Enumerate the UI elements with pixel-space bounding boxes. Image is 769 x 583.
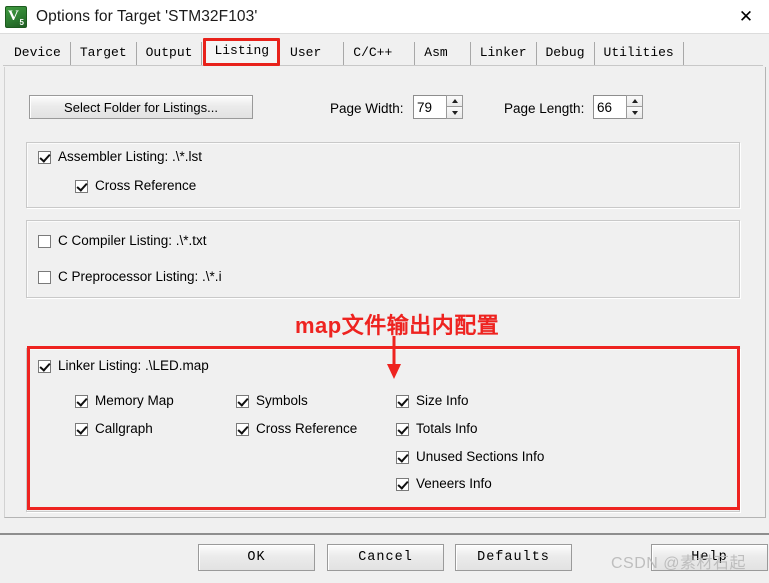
tab-underline [3, 65, 763, 66]
tab-user[interactable]: User [281, 42, 345, 66]
tab-target[interactable]: Target [71, 42, 137, 66]
cancel-button[interactable]: Cancel [327, 544, 444, 571]
unused-sections-info-label: Unused Sections Info [416, 449, 545, 464]
cross-reference-label: Cross Reference [256, 421, 358, 436]
unused-sections-info-checkbox[interactable] [396, 450, 409, 464]
assembler-listing-checkbox[interactable] [38, 150, 51, 164]
size-info-label: Size Info [416, 393, 469, 408]
spin-up-icon[interactable] [446, 95, 463, 107]
c-preprocessor-listing-checkbox-row[interactable]: C Preprocessor Listing: .\*.i [38, 270, 222, 284]
memory-map-checkbox[interactable] [75, 394, 88, 408]
assembler-cross-reference-label: Cross Reference [95, 178, 197, 193]
size-info-checkbox[interactable] [396, 394, 409, 408]
linker-option-memory-map-row[interactable]: Memory Map [75, 394, 174, 408]
page-width-label: Page Width: [330, 101, 404, 116]
page-length-spin-buttons[interactable] [626, 95, 643, 119]
c-compiler-listing-checkbox-row[interactable]: C Compiler Listing: .\*.txt [38, 234, 207, 248]
c-compiler-listing-checkbox[interactable] [38, 234, 51, 248]
symbols-label: Symbols [256, 393, 308, 408]
close-icon[interactable]: ✕ [723, 0, 769, 33]
linker-option-size-info-row[interactable]: Size Info [396, 394, 469, 408]
callgraph-label: Callgraph [95, 421, 153, 436]
totals-info-label: Totals Info [416, 421, 478, 436]
veneers-info-label: Veneers Info [416, 476, 492, 491]
icon-letter-v: V [8, 7, 19, 24]
page-length-label: Page Length: [504, 101, 585, 116]
tab-c-cpp[interactable]: C/C++ [344, 42, 416, 66]
assembler-cross-reference-checkbox[interactable] [75, 179, 88, 193]
cross-reference-checkbox[interactable] [236, 422, 249, 436]
linker-option-cross-reference-row[interactable]: Cross Reference [236, 422, 357, 436]
tab-device[interactable]: Device [5, 42, 71, 66]
csdn-watermark: CSDN @素材石起 [611, 555, 747, 572]
linker-listing-label: Linker Listing: .\LED.map [58, 358, 209, 373]
title-bar: V 5 Options for Target 'STM32F103' ✕ [0, 0, 769, 33]
linker-option-symbols-row[interactable]: Symbols [236, 394, 308, 408]
defaults-button[interactable]: Defaults [455, 544, 572, 571]
veneers-info-checkbox[interactable] [396, 477, 409, 491]
callgraph-checkbox[interactable] [75, 422, 88, 436]
footer-separator [0, 533, 769, 535]
linker-listing-checkbox-row[interactable]: Linker Listing: .\LED.map [38, 359, 209, 373]
symbols-checkbox[interactable] [236, 394, 249, 408]
page-width-input[interactable]: 79 [413, 95, 446, 119]
annotation-arrow-icon [387, 336, 401, 379]
compiler-listing-group [26, 220, 740, 298]
c-preprocessor-listing-checkbox[interactable] [38, 270, 51, 284]
icon-version-5: 5 [19, 17, 24, 27]
tab-linker[interactable]: Linker [471, 42, 537, 66]
assembler-cross-reference-checkbox-row[interactable]: Cross Reference [75, 179, 196, 193]
tab-asm[interactable]: Asm [415, 42, 471, 66]
tab-strip: Device Target Output Listing User C/C++ … [0, 38, 769, 66]
tab-output[interactable]: Output [137, 42, 203, 66]
keil-uvision5-icon: V 5 [5, 5, 27, 28]
linker-option-totals-info-row[interactable]: Totals Info [396, 422, 478, 436]
page-width-spin-buttons[interactable] [446, 95, 463, 119]
memory-map-label: Memory Map [95, 393, 174, 408]
page-length-stepper[interactable]: 66 [593, 95, 643, 119]
page-width-stepper[interactable]: 79 [413, 95, 463, 119]
select-folder-for-listings-button[interactable]: Select Folder for Listings... [29, 95, 253, 119]
tab-utilities[interactable]: Utilities [595, 42, 684, 66]
linker-listing-checkbox[interactable] [38, 359, 51, 373]
assembler-listing-label: Assembler Listing: .\*.lst [58, 149, 203, 164]
c-preprocessor-listing-label: C Preprocessor Listing: .\*.i [58, 269, 222, 284]
spin-down-icon[interactable] [446, 107, 463, 119]
spin-up-icon[interactable] [626, 95, 643, 107]
window-title: Options for Target 'STM32F103' [36, 7, 258, 25]
totals-info-checkbox[interactable] [396, 422, 409, 436]
tab-listing[interactable]: Listing [203, 38, 281, 66]
spin-down-icon[interactable] [626, 107, 643, 119]
linker-option-veneers-info-row[interactable]: Veneers Info [396, 477, 492, 491]
tab-debug[interactable]: Debug [537, 42, 595, 66]
assembler-listing-checkbox-row[interactable]: Assembler Listing: .\*.lst [38, 150, 202, 164]
ok-button[interactable]: OK [198, 544, 315, 571]
page-length-input[interactable]: 66 [593, 95, 626, 119]
linker-option-callgraph-row[interactable]: Callgraph [75, 422, 153, 436]
linker-option-unused-sections-info-row[interactable]: Unused Sections Info [396, 450, 544, 464]
c-compiler-listing-label: C Compiler Listing: .\*.txt [58, 233, 207, 248]
